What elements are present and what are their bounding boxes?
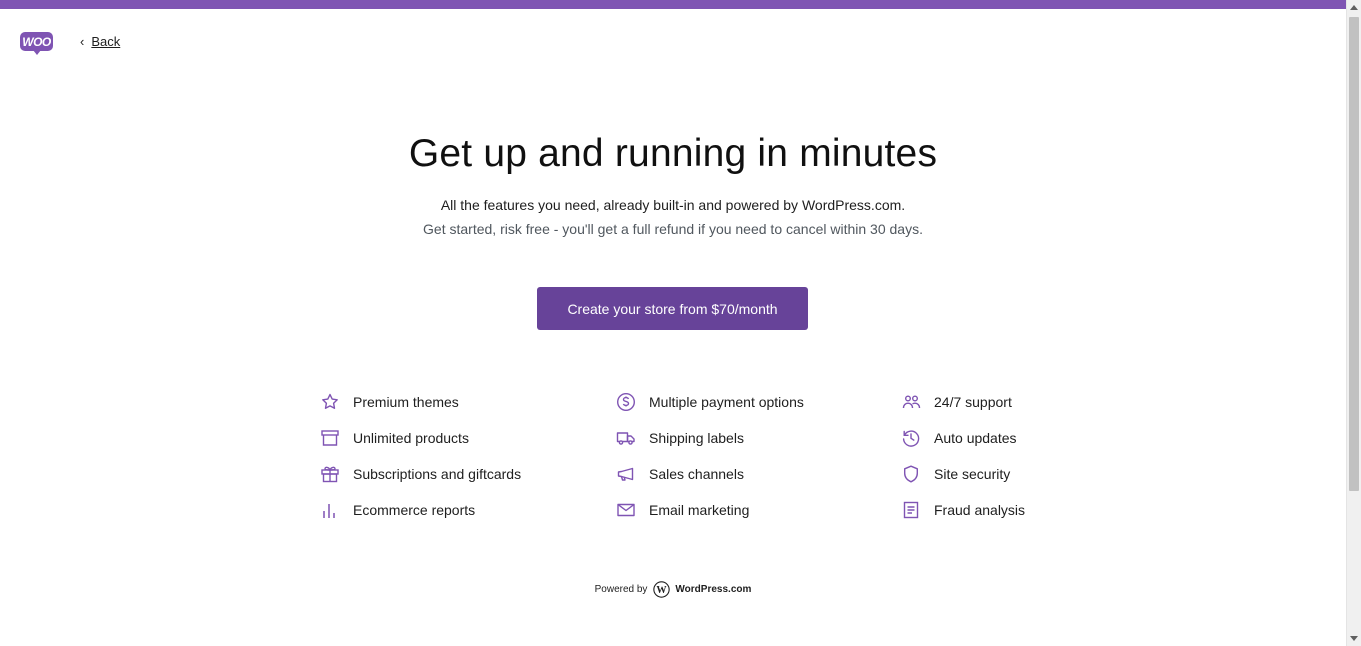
subtitle-features: All the features you need, already built… [440, 197, 906, 213]
page-title: Get up and running in minutes [408, 132, 938, 175]
feature-site-security: Site security [901, 463, 1010, 485]
feature-label: Email marketing [649, 502, 750, 518]
scroll-up-arrow-icon[interactable] [1350, 5, 1358, 10]
back-label: Back [91, 34, 121, 49]
gift-icon [320, 464, 340, 484]
feature-fraud-analysis: Fraud analysis [901, 499, 1025, 521]
people-icon [901, 392, 921, 412]
chevron-left-icon: ‹ [80, 34, 85, 49]
document-icon [901, 500, 921, 520]
feature-ecommerce-reports: Ecommerce reports [320, 499, 475, 521]
feature-premium-themes: Premium themes [320, 391, 459, 413]
feature-sales-channels: Sales channels [616, 463, 744, 485]
feature-label: Unlimited products [353, 430, 469, 446]
brand-top-bar [0, 0, 1346, 9]
subtitle-refund: Get started, risk free - you'll get a fu… [423, 221, 923, 237]
feature-label: 24/7 support [934, 394, 1012, 410]
powered-by-label: Powered by [594, 584, 648, 595]
envelope-icon [616, 500, 636, 520]
feature-label: Fraud analysis [934, 502, 1026, 518]
history-clock-icon [901, 428, 921, 448]
scrollbar-thumb[interactable] [1349, 17, 1359, 491]
feature-label: Premium themes [353, 394, 459, 410]
feature-label: Shipping labels [649, 430, 744, 446]
bar-chart-icon [320, 500, 340, 520]
woo-logo[interactable]: WOO [20, 32, 53, 55]
scroll-down-arrow-icon[interactable] [1350, 636, 1358, 641]
feature-email-marketing: Email marketing [616, 499, 749, 521]
feature-label: Multiple payment options [649, 394, 804, 410]
feature-unlimited-products: Unlimited products [320, 427, 469, 449]
header: WOO ‹ Back [20, 32, 120, 55]
megaphone-icon [616, 464, 636, 484]
shield-icon [901, 464, 921, 484]
feature-shipping-labels: Shipping labels [616, 427, 744, 449]
truck-icon [616, 428, 636, 448]
feature-payment-options: Multiple payment options [616, 391, 804, 413]
archive-box-icon [320, 428, 340, 448]
footer: Powered by W WordPress.com [0, 581, 1346, 598]
star-icon [320, 392, 340, 412]
feature-support: 24/7 support [901, 391, 1012, 413]
wordpress-logo-icon: W [653, 581, 671, 598]
feature-label: Subscriptions and giftcards [353, 466, 522, 482]
svg-text:W: W [657, 585, 668, 596]
create-store-button[interactable]: Create your store from $70/month [537, 287, 808, 330]
feature-auto-updates: Auto updates [901, 427, 1017, 449]
feature-label: Ecommerce reports [353, 502, 476, 518]
vertical-scrollbar[interactable] [1346, 0, 1361, 646]
woo-logo-text: WOO [22, 34, 51, 49]
dollar-circle-icon [616, 392, 636, 412]
wordpress-com-link[interactable]: WordPress.com [675, 584, 751, 595]
feature-label: Auto updates [934, 430, 1017, 446]
feature-subscriptions: Subscriptions and giftcards [320, 463, 521, 485]
feature-label: Site security [934, 466, 1011, 482]
feature-label: Sales channels [649, 466, 744, 482]
back-link[interactable]: ‹ Back [80, 34, 120, 49]
